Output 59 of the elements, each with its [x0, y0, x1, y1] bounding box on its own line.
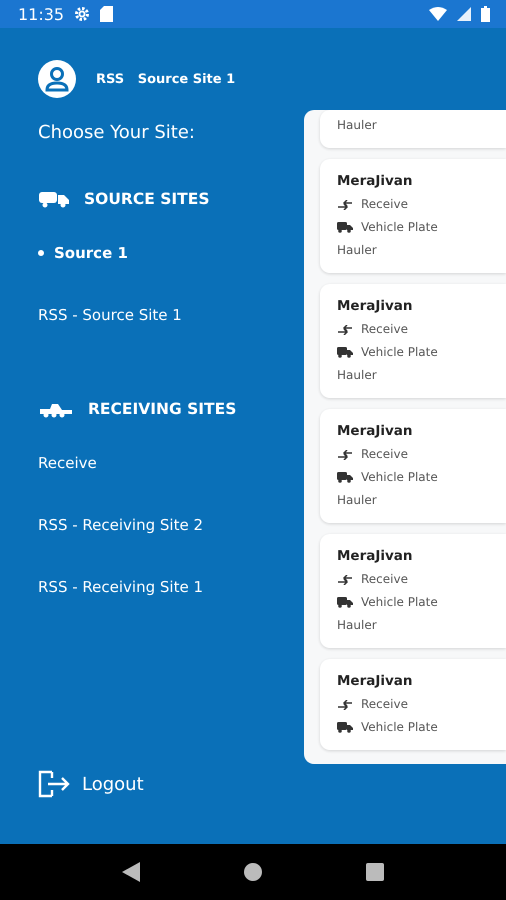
logout-icon — [38, 770, 70, 798]
trip-card[interactable]: MeraJivan Receive Vehicle Plate Hauler — [320, 284, 506, 398]
choose-site-heading: Choose Your Site: — [38, 122, 196, 143]
recents-icon — [366, 863, 384, 881]
truck-icon — [337, 472, 353, 483]
card-hauler: Hauler — [337, 242, 378, 259]
battery-icon — [481, 6, 490, 22]
card-action: Receive — [361, 446, 408, 463]
card-plate: Vehicle Plate — [361, 219, 438, 236]
transfer-arrows-icon — [337, 450, 353, 460]
sd-card-icon — [100, 6, 114, 22]
transfer-arrows-icon — [337, 324, 353, 334]
card-plate: Vehicle Plate — [361, 469, 438, 486]
transfer-arrows-icon — [337, 574, 353, 584]
truck-icon — [337, 597, 353, 608]
card-action: Receive — [361, 696, 408, 713]
truck-icon — [337, 722, 353, 733]
site-item[interactable]: Source 1 — [38, 241, 128, 265]
logout-button[interactable]: Logout — [38, 770, 144, 798]
card-plate: Vehicle Plate — [361, 719, 438, 736]
site-item[interactable]: Receive — [38, 451, 97, 475]
card-title: MeraJivan — [337, 672, 414, 691]
card-title: MeraJivan — [337, 172, 414, 191]
trip-card[interactable]: MeraJivan Receive Vehicle Plate — [320, 659, 506, 750]
truck-icon — [38, 189, 70, 209]
site-item[interactable]: RSS - Receiving Site 1 — [38, 575, 203, 599]
section-heading: RECEIVING SITES — [88, 400, 236, 418]
user-avatar-icon — [38, 60, 76, 98]
trip-card[interactable]: MeraJivan Receive Vehicle Plate Hauler — [320, 409, 506, 523]
card-hauler: Hauler — [337, 367, 378, 384]
truck-icon — [337, 347, 353, 358]
card-action: Receive — [361, 321, 408, 338]
card-title: MeraJivan — [337, 422, 414, 441]
card-title: MeraJivan — [337, 297, 414, 316]
card-plate: Vehicle Plate — [361, 344, 438, 361]
card-hauler: Hauler — [337, 492, 378, 509]
site-item[interactable]: RSS - Receiving Site 2 — [38, 513, 203, 537]
card-hauler: Hauler — [337, 617, 378, 634]
trip-card[interactable]: MeraJivan Receive Vehicle Plate Hauler — [320, 534, 506, 648]
signal-icon — [457, 7, 471, 21]
transfer-arrows-icon — [337, 700, 353, 710]
card-plate: Vehicle Plate — [361, 594, 438, 611]
truck-icon — [337, 222, 353, 233]
settings-icon — [74, 6, 90, 22]
trip-card[interactable]: Hauler — [320, 110, 506, 148]
section-heading: SOURCE SITES — [84, 190, 210, 208]
back-icon — [122, 862, 140, 882]
site-item[interactable]: RSS - Source Site 1 — [38, 303, 182, 327]
selected-bullet-icon — [38, 250, 44, 256]
card-hauler: Hauler — [337, 117, 378, 134]
transfer-arrows-icon — [337, 200, 353, 210]
card-action: Receive — [361, 196, 408, 213]
user-site-label: RSS Source Site 1 — [96, 72, 236, 86]
card-title: MeraJivan — [337, 547, 414, 566]
status-time: 11:35 — [18, 4, 64, 24]
wifi-icon — [429, 7, 447, 21]
trip-card[interactable]: MeraJivan Receive Vehicle Plate Hauler — [320, 159, 506, 273]
home-icon — [244, 863, 262, 881]
card-action: Receive — [361, 571, 408, 588]
